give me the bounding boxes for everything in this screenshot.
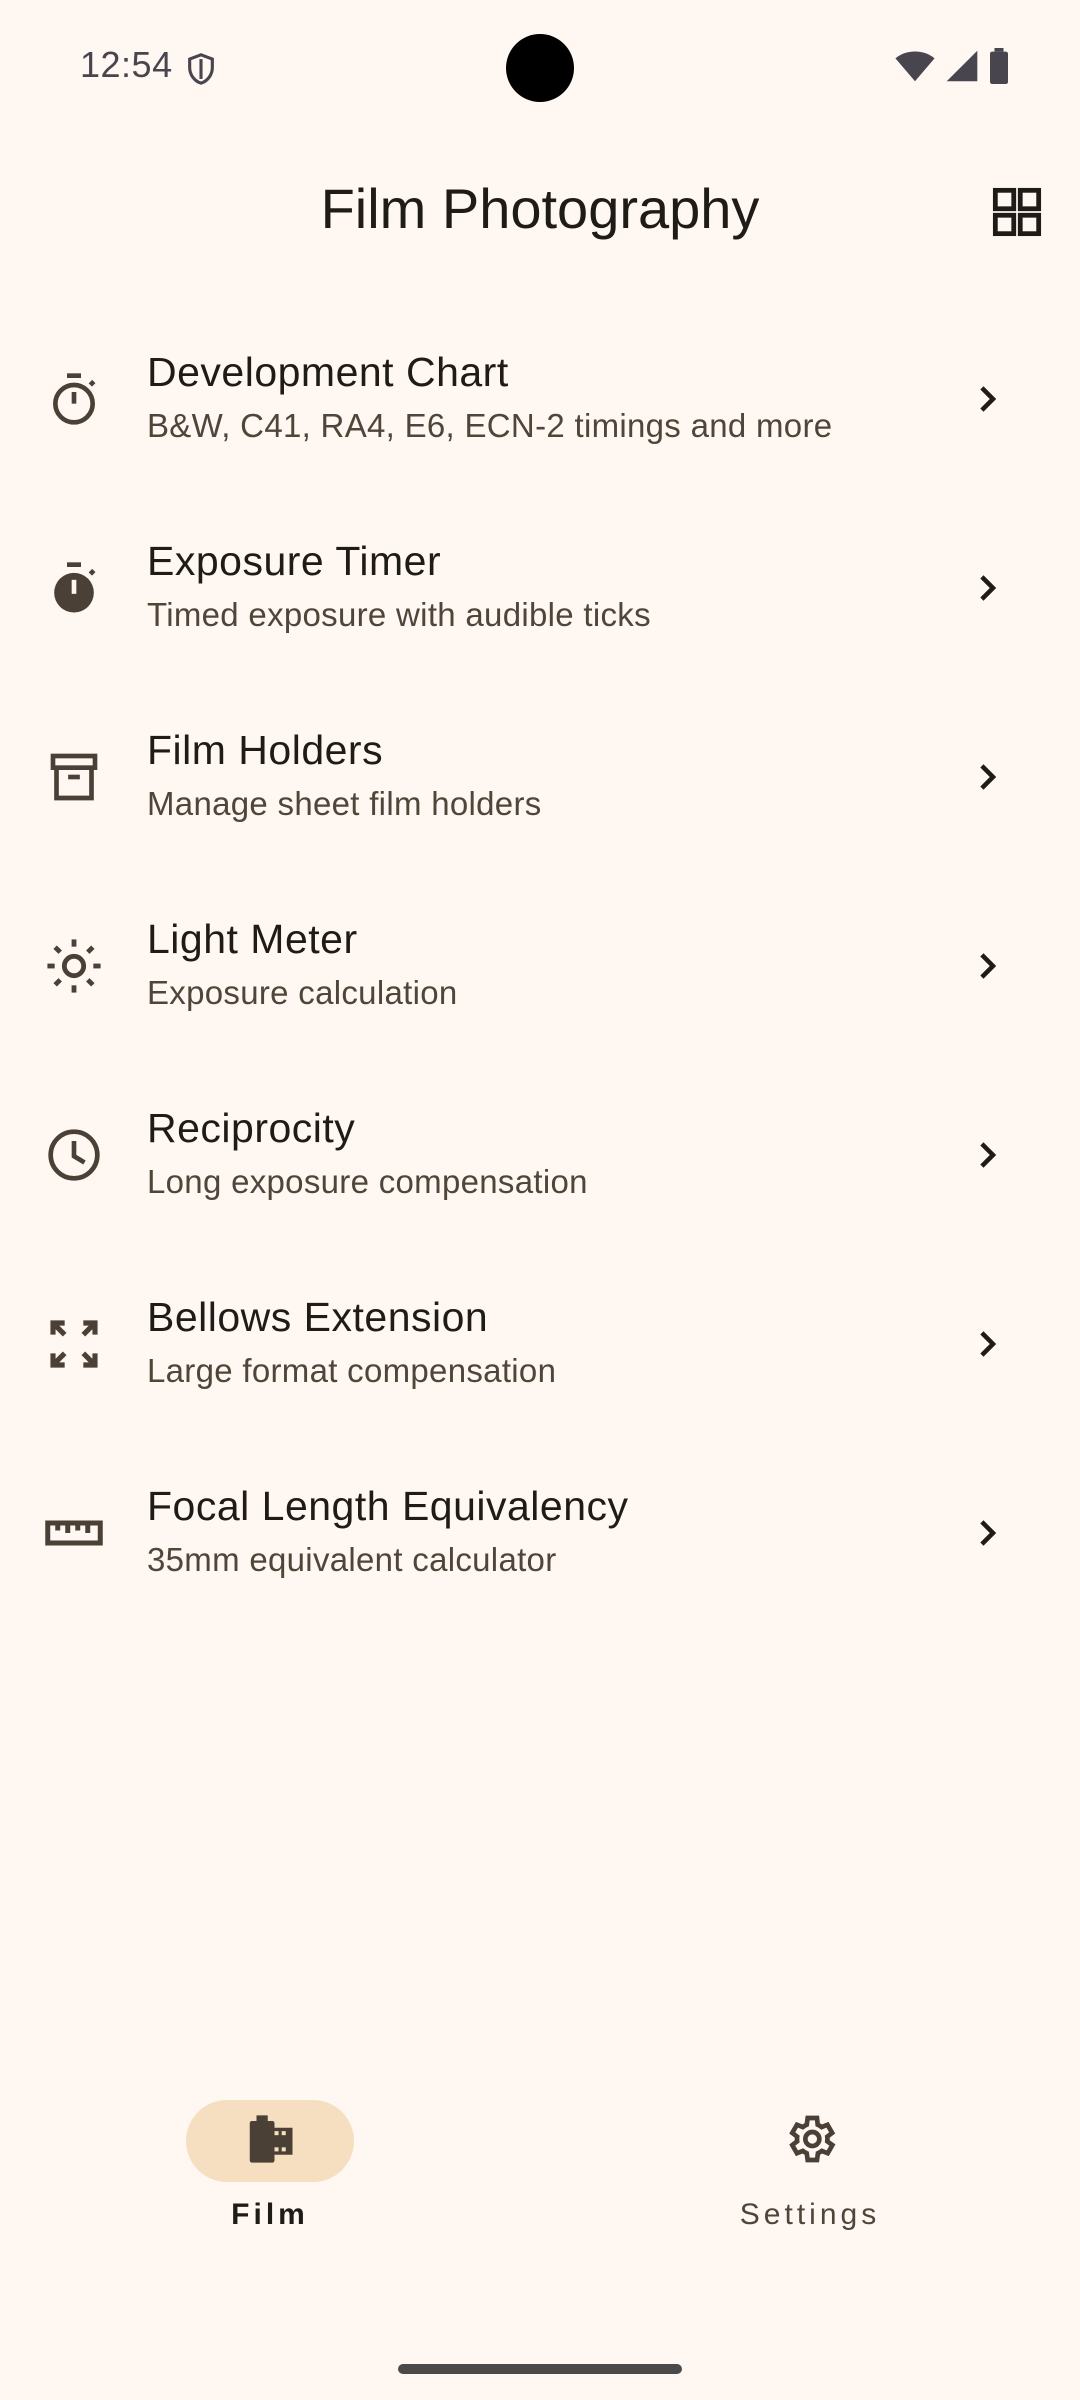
stopwatch-filled-icon xyxy=(40,554,108,622)
item-subtitle: Long exposure compensation xyxy=(147,1163,588,1200)
list-item-light-meter[interactable]: Light Meter Exposure calculation xyxy=(0,871,1080,1060)
chevron-right-icon xyxy=(962,563,1012,613)
list-item-development-chart[interactable]: Development Chart B&W, C41, RA4, E6, ECN… xyxy=(0,304,1080,493)
list-item-focal-length-equivalency[interactable]: Focal Length Equivalency 35mm equivalent… xyxy=(0,1438,1080,1627)
item-title: Exposure Timer xyxy=(147,538,442,584)
nav-tab-film[interactable]: Film xyxy=(140,2100,400,2240)
grid-view-icon[interactable] xyxy=(985,180,1049,244)
home-indicator[interactable] xyxy=(398,2364,682,2374)
item-subtitle: Exposure calculation xyxy=(147,974,458,1011)
item-subtitle: Timed exposure with audible ticks xyxy=(147,596,651,633)
bottom-navigation: Film Settings xyxy=(0,2070,1080,2270)
menu-list: Development Chart B&W, C41, RA4, E6, ECN… xyxy=(0,304,1080,1627)
item-title: Light Meter xyxy=(147,916,358,962)
sun-icon xyxy=(40,932,108,1000)
ruler-icon xyxy=(40,1499,108,1567)
chevron-right-icon xyxy=(962,374,1012,424)
item-title: Focal Length Equivalency xyxy=(147,1483,629,1529)
chevron-right-icon xyxy=(962,1319,1012,1369)
nav-label-settings: Settings xyxy=(739,2198,881,2231)
film-icon xyxy=(243,2112,297,2171)
wifi-icon xyxy=(894,49,936,88)
list-item-film-holders[interactable]: Film Holders Manage sheet film holders xyxy=(0,682,1080,871)
clock-icon xyxy=(40,1121,108,1189)
app-bar: Film Photography xyxy=(0,136,1080,276)
chevron-right-icon xyxy=(962,1508,1012,1558)
signal-icon xyxy=(944,49,980,88)
status-icons xyxy=(894,48,1010,89)
archive-box-icon xyxy=(40,743,108,811)
chevron-right-icon xyxy=(962,941,1012,991)
chevron-right-icon xyxy=(962,1130,1012,1180)
status-bar: 12:54 xyxy=(0,0,1080,136)
chevron-right-icon xyxy=(962,752,1012,802)
nav-label-film: Film xyxy=(231,2198,309,2231)
stopwatch-outline-icon xyxy=(40,365,108,433)
nav-tab-settings[interactable]: Settings xyxy=(680,2100,940,2240)
shield-icon xyxy=(184,50,218,93)
list-item-exposure-timer[interactable]: Exposure Timer Timed exposure with audib… xyxy=(0,493,1080,682)
battery-icon xyxy=(988,48,1010,89)
nav-icon-container xyxy=(726,2100,894,2182)
item-title: Reciprocity xyxy=(147,1105,356,1151)
item-subtitle: Manage sheet film holders xyxy=(147,785,542,822)
camera-cutout xyxy=(506,34,574,102)
item-subtitle: 35mm equivalent calculator xyxy=(147,1541,557,1578)
status-time: 12:54 xyxy=(80,44,173,85)
expand-arrows-icon xyxy=(40,1310,108,1378)
item-title: Development Chart xyxy=(147,349,509,395)
gear-icon xyxy=(782,2111,838,2172)
list-item-reciprocity[interactable]: Reciprocity Long exposure compensation xyxy=(0,1060,1080,1249)
page-title: Film Photography xyxy=(320,177,760,240)
active-indicator xyxy=(186,2100,354,2182)
list-item-bellows-extension[interactable]: Bellows Extension Large format compensat… xyxy=(0,1249,1080,1438)
item-subtitle: Large format compensation xyxy=(147,1352,557,1389)
item-title: Film Holders xyxy=(147,727,384,773)
item-subtitle: B&W, C41, RA4, E6, ECN-2 timings and mor… xyxy=(147,407,833,444)
item-title: Bellows Extension xyxy=(147,1294,489,1340)
